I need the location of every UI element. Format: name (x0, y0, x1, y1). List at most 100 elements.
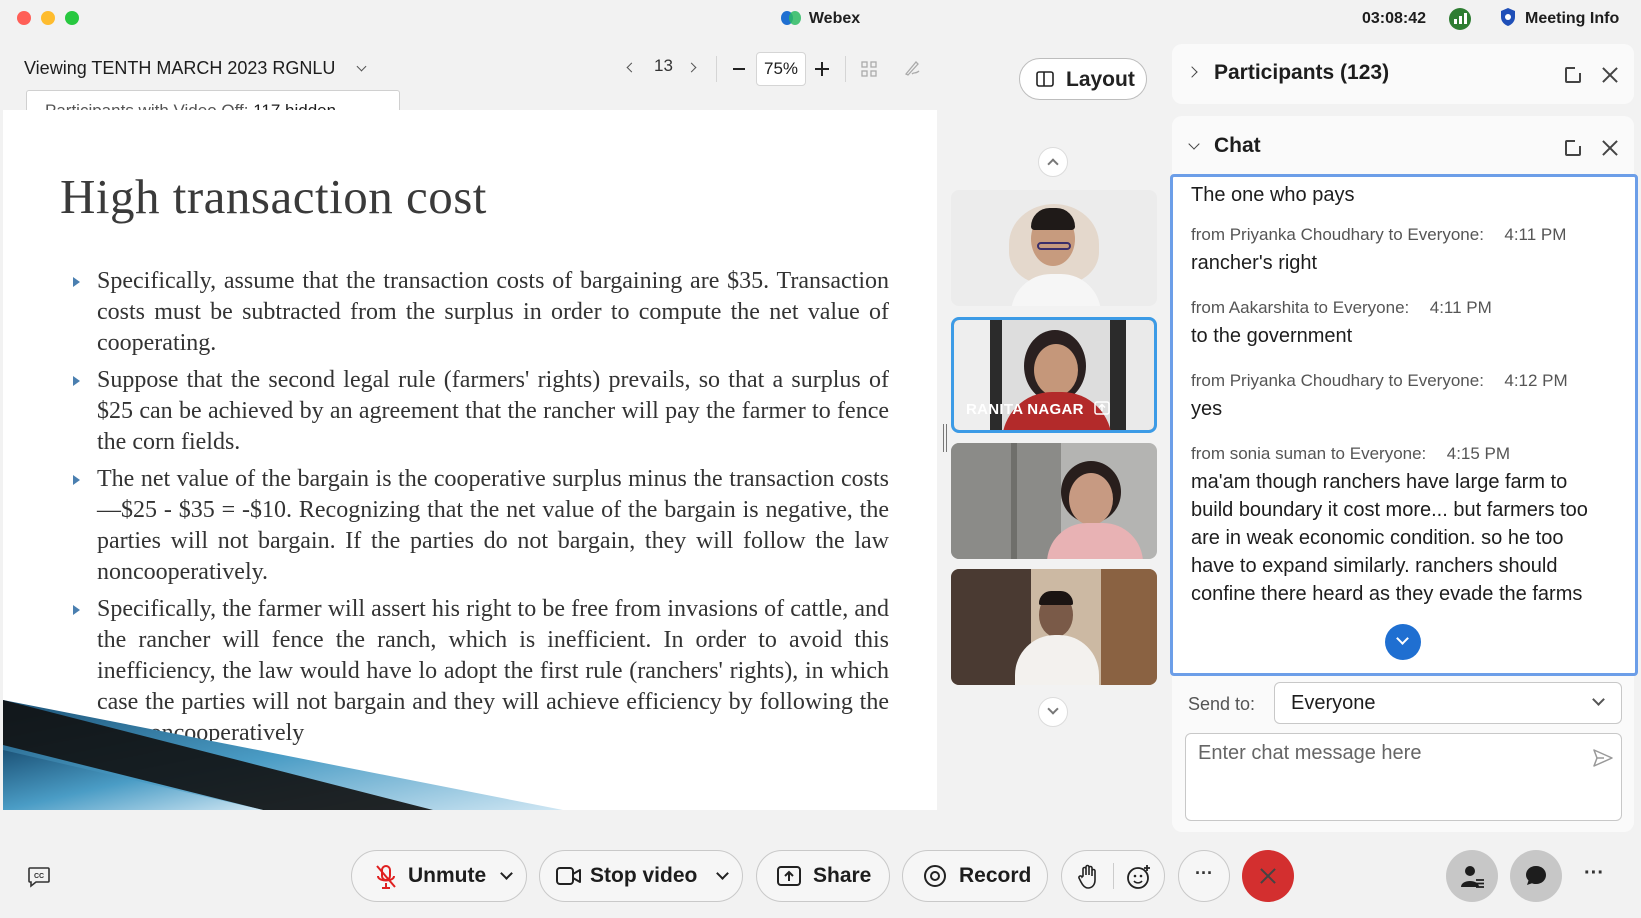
record-label: Record (959, 864, 1032, 887)
video-tile-active[interactable]: RANITA NAGAR (951, 317, 1157, 433)
bullet-text: Specifically, assume that the transactio… (97, 268, 889, 356)
layout-button[interactable]: Layout (1019, 58, 1147, 100)
participants-icon (1461, 866, 1484, 888)
stop-video-button[interactable]: Stop video (539, 850, 743, 902)
popout-icon[interactable] (1565, 138, 1583, 156)
close-icon[interactable] (1601, 66, 1619, 84)
mic-off-icon (376, 865, 396, 889)
strip-scroll-down-button[interactable] (1038, 697, 1068, 727)
video-tile[interactable] (951, 443, 1157, 559)
overflow-menu-label: ··· (1584, 862, 1604, 884)
send-to-select[interactable]: Everyone (1274, 682, 1622, 724)
chat-message-time: 4:12 PM (1504, 371, 1568, 390)
chat-message-time: 4:11 PM (1429, 298, 1492, 317)
viewing-label: Viewing TENTH MARCH 2023 RGNLU (24, 58, 336, 78)
webex-logo (780, 11, 801, 25)
captions-icon[interactable]: CC (27, 866, 51, 888)
chat-message-text: The one who pays (1191, 184, 1355, 206)
viewing-dropdown[interactable]: Viewing TENTH MARCH 2023 RGNLU (24, 58, 367, 79)
svg-text:CC: CC (34, 873, 44, 880)
more-options-label: ··· (1195, 863, 1213, 883)
bullet-marker-icon (73, 605, 80, 615)
record-icon (924, 865, 946, 887)
meeting-clock: 03:08:42 (1362, 10, 1427, 27)
chevron-down-icon[interactable] (1188, 138, 1200, 150)
chevron-up-icon (1047, 158, 1059, 170)
bullet-text: The net value of the bargain is the coop… (97, 466, 889, 585)
zoom-in-button[interactable] (815, 62, 829, 76)
shield-icon (1501, 8, 1515, 26)
chat-message: from Aakarshita to Everyone: 4:11 PM to … (1191, 298, 1611, 350)
chat-message-text: ma'am though ranchers have large farm to… (1191, 471, 1588, 605)
video-tile[interactable] (951, 190, 1157, 306)
camera-icon (556, 867, 581, 885)
prev-page-button[interactable] (626, 56, 637, 76)
chat-message: from Priyanka Choudhary to Everyone: 4:1… (1191, 371, 1611, 423)
record-button[interactable]: Record (902, 850, 1048, 902)
chat-message-time: 4:11 PM (1504, 225, 1567, 244)
bullet-marker-icon (73, 277, 80, 287)
chat-message-text: rancher's right (1191, 252, 1318, 274)
participants-panel-header[interactable]: Participants (123) (1172, 44, 1634, 104)
resize-handle[interactable] (943, 424, 947, 452)
next-page-button[interactable] (686, 56, 697, 76)
unmute-label: Unmute (408, 864, 487, 887)
raise-hand-icon[interactable] (1078, 864, 1098, 890)
slide-title: High transaction cost (60, 169, 487, 224)
shared-slide: High transaction cost Specifically, assu… (3, 110, 937, 810)
chat-messages[interactable]: The one who pays from Priyanka Choudhary… (1170, 174, 1638, 676)
slide-decoration (3, 700, 563, 810)
annotate-icon[interactable] (903, 59, 921, 77)
share-label: Share (813, 864, 872, 887)
participant-name-text: RANITA NAGAR (966, 401, 1084, 418)
slide-bullets: Specifically, assume that the transactio… (67, 266, 889, 755)
video-tile[interactable] (951, 569, 1157, 685)
unmute-button[interactable]: Unmute (351, 850, 527, 902)
chevron-left-icon (626, 62, 637, 73)
chat-input-placeholder: Enter chat message here (1198, 742, 1422, 764)
reactions-group (1061, 850, 1165, 902)
slide-bullet: The net value of the bargain is the coop… (67, 464, 889, 588)
chat-input[interactable]: Enter chat message here (1185, 733, 1622, 821)
stop-video-label: Stop video (590, 864, 698, 887)
chat-message-text: yes (1191, 398, 1223, 420)
chat-message-sender: from sonia suman to Everyone: (1191, 444, 1427, 463)
chat-button[interactable] (1510, 850, 1562, 902)
bullet-marker-icon (73, 475, 80, 485)
zoom-level[interactable]: 75% (756, 52, 806, 86)
chevron-down-icon[interactable] (500, 867, 513, 880)
chat-message: from sonia suman to Everyone: 4:15 PM ma… (1191, 444, 1591, 608)
chat-icon (1526, 866, 1546, 885)
scroll-to-latest-button[interactable] (1385, 624, 1421, 660)
participant-name: RANITA NAGAR (966, 401, 1110, 418)
zoom-out-button[interactable] (733, 68, 745, 70)
meeting-info-button[interactable]: Meeting Info (1525, 10, 1619, 28)
send-icon[interactable] (1592, 747, 1614, 769)
page-number: 13 (654, 56, 673, 75)
chat-message-sender: from Priyanka Choudhary to Everyone: (1191, 225, 1484, 244)
share-icon (777, 866, 801, 886)
toolbar-divider (845, 56, 846, 82)
reactions-divider (1113, 863, 1114, 889)
signal-icon[interactable] (1449, 8, 1471, 30)
strip-scroll-up-button[interactable] (1038, 147, 1068, 177)
overflow-menu-button[interactable]: ··· (1584, 862, 1604, 885)
more-options-button[interactable]: ··· (1178, 850, 1230, 902)
grid-icon[interactable] (861, 61, 877, 77)
toolbar-divider (716, 56, 717, 82)
chat-message: from Priyanka Choudhary to Everyone: 4:1… (1191, 225, 1611, 277)
chevron-right-icon (1186, 66, 1198, 78)
end-call-button[interactable] (1242, 850, 1294, 902)
layout-icon (1036, 71, 1054, 87)
layout-label: Layout (1066, 68, 1135, 91)
chevron-down-icon (1047, 703, 1059, 715)
chevron-down-icon[interactable] (716, 867, 729, 880)
reactions-icon[interactable] (1126, 864, 1152, 890)
chat-title: Chat (1214, 134, 1261, 157)
send-to-value: Everyone (1291, 692, 1376, 714)
share-button[interactable]: Share (756, 850, 890, 902)
chevron-right-icon (686, 62, 697, 73)
close-icon[interactable] (1601, 139, 1619, 157)
participants-button[interactable] (1446, 850, 1498, 902)
popout-icon[interactable] (1565, 65, 1583, 83)
